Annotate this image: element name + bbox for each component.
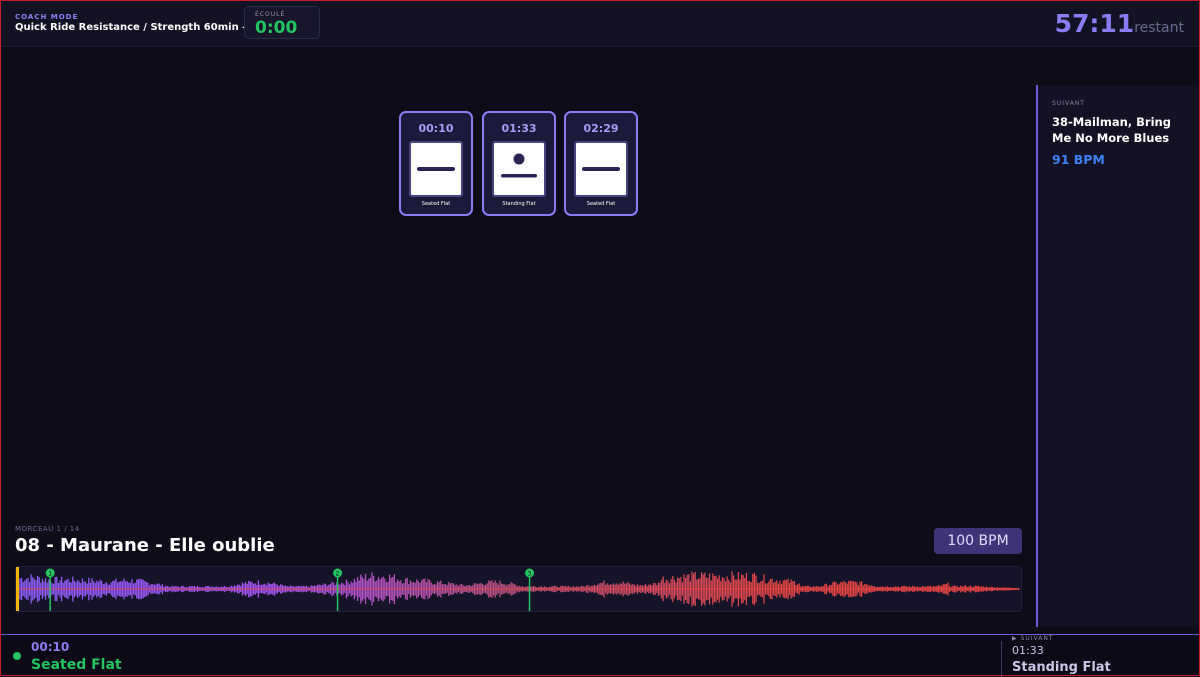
bottom-bar: 00:10 Seated Flat ▶ SUIVANT 01:33 Standi… [0,634,1200,677]
remaining-timer: 57:11restant [1055,9,1184,38]
next-track-bpm: 91 BPM [1052,152,1105,167]
position-cards: 00:10 Seated Flat 01:33 Standing Flat 02… [399,111,639,217]
card-time: 00:10 [418,122,454,135]
seated-flat-icon [409,141,463,197]
track-counter: MORCEAU 1 / 14 [15,525,80,533]
next-position: ▶ SUIVANT 01:33 Standing Flat [1001,635,1200,677]
seated-flat-icon [574,141,628,197]
card-label: Standing Flat [502,201,536,207]
card-label: Seated Flat [586,201,616,207]
remaining-time: 57:11 [1054,9,1135,38]
current-position-name: Seated Flat [31,657,122,673]
current-position-time: 00:10 [31,640,70,654]
position-card[interactable]: 02:29 Seated Flat [564,111,638,216]
waveform-graphic[interactable]: 1 2 3 [16,567,1021,611]
next-position-time: 01:33 [1012,644,1044,657]
elapsed-label: ÉCOULÉ [255,11,286,18]
position-card[interactable]: 00:10 Seated Flat [399,111,473,216]
status-dot-icon [13,652,21,660]
waveform[interactable]: 1 2 3 [15,566,1022,612]
playhead[interactable] [16,567,19,611]
card-label: Seated Flat [421,201,451,207]
cue-marker-label: 2 [336,571,340,578]
next-position-label: ▶ SUIVANT [1012,635,1054,642]
card-time: 02:29 [583,122,619,135]
cue-marker-label: 3 [528,571,532,578]
next-track-label: SUIVANT [1052,100,1085,107]
elapsed-value: 0:00 [255,18,298,38]
bpm-badge: 100 BPM [934,528,1022,554]
cue-marker-label: 1 [48,571,52,578]
top-bar: COACH MODE Quick Ride Resistance / Stren… [0,0,1200,47]
coach-mode-label: COACH MODE [15,13,79,21]
elapsed-timer: ÉCOULÉ 0:00 [244,6,320,39]
position-card[interactable]: 01:33 Standing Flat [482,111,556,216]
remaining-label: restant [1134,20,1184,36]
standing-flat-icon [492,141,546,197]
next-track-panel: SUIVANT 38-Mailman, Bring Me No More Blu… [1036,85,1200,627]
next-track-title: 38-Mailman, Bring Me No More Blues [1052,115,1171,145]
card-time: 01:33 [501,122,537,135]
track-title: 08 - Maurane - Elle oublie [15,535,275,556]
next-position-name: Standing Flat [1012,660,1111,675]
